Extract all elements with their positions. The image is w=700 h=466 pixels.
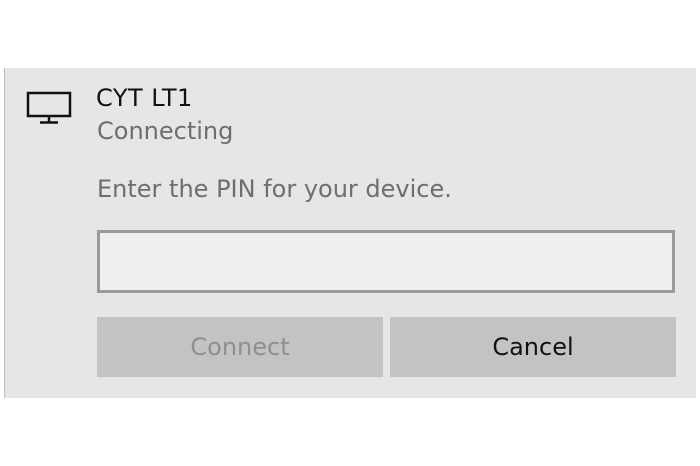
- pin-prompt: Enter the PIN for your device.: [97, 175, 452, 203]
- pin-input[interactable]: [97, 230, 675, 293]
- monitor-icon: [26, 91, 72, 124]
- device-status: Connecting: [97, 117, 234, 145]
- cancel-button[interactable]: Cancel: [390, 317, 676, 377]
- page: CYT LT1 Connecting Enter the PIN for you…: [0, 0, 700, 466]
- dialog-left-border: [4, 68, 5, 398]
- connect-button[interactable]: Connect: [97, 317, 383, 377]
- device-name: CYT LT1: [96, 84, 193, 112]
